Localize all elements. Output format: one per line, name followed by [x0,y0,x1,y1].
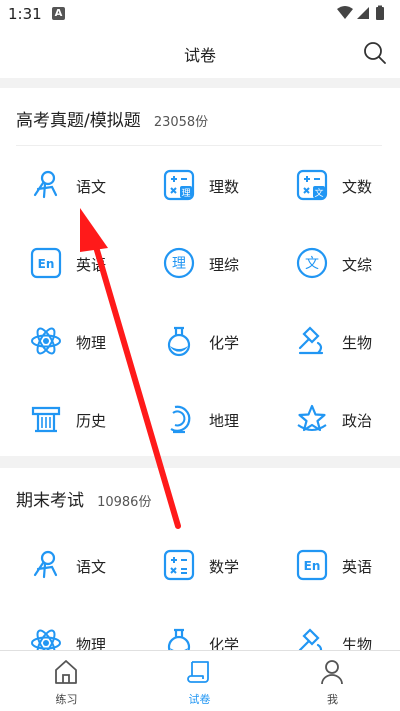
subject-politics[interactable]: 政治 [266,380,399,458]
svg-text:理: 理 [172,256,186,272]
scroll-icon [187,661,209,683]
subject-liberal-comp[interactable]: 文 文综 [266,224,399,302]
tab-papers[interactable]: 试卷 [133,651,266,711]
page-title: 试卷 [183,46,216,65]
subject-chinese[interactable]: 语文 [0,146,133,224]
notification-icon: A [52,7,65,20]
book-reader-icon [33,550,58,579]
tab-me[interactable]: 我 [266,651,399,711]
bottom-tab-bar: 练习 试卷 我 [0,650,400,711]
microscope-icon [298,326,324,355]
subject-biology[interactable]: 生物 [266,604,399,650]
tab-practice[interactable]: 练习 [0,651,133,711]
app-header: 试卷 [0,28,400,78]
en-icon: En [296,549,328,581]
wifi-icon [337,6,353,19]
book-reader-icon [33,170,58,199]
section-gaokao: 高考真题/模拟题 23058份 语文 理 理数 文 文数 En 英语 理 理综 … [0,88,400,456]
home-icon [55,660,77,684]
column-icon [31,406,61,433]
status-time: 1:31 [8,5,42,23]
calculator-wen-icon: 文 [296,169,328,201]
wen-circle-icon: 文 [296,247,328,279]
flask-icon [167,326,191,357]
svg-text:En: En [38,257,55,271]
section-count: 10986份 [97,495,152,510]
subject-english[interactable]: En 英语 [266,526,399,604]
battery-icon [376,7,384,20]
microscope-icon [298,628,323,650]
section-title: 期末考试 [16,491,84,511]
atom-icon [31,629,61,650]
status-bar: 1:31 A [0,0,400,28]
subject-science-comp[interactable]: 理 理综 [133,224,266,302]
status-icons [336,5,392,25]
search-button[interactable] [362,40,388,66]
subject-english[interactable]: En 英语 [0,224,133,302]
flask-icon [167,628,191,650]
en-icon: En [30,247,62,279]
subject-biology[interactable]: 生物 [266,302,399,380]
subject-chemistry[interactable]: 化学 [133,302,266,380]
svg-text:文: 文 [305,256,319,272]
svg-text:理: 理 [181,188,190,199]
globe-icon [170,405,191,434]
subject-geography[interactable]: 地理 [133,380,266,458]
section-title: 高考真题/模拟题 [16,111,141,131]
subject-chemistry[interactable]: 化学 [133,604,266,650]
svg-text:En: En [304,559,321,573]
calculator-li-icon: 理 [163,169,195,201]
calculator-icon [163,549,195,581]
person-icon [321,660,343,685]
subject-physics[interactable]: 物理 [0,302,133,380]
li-circle-icon: 理 [163,247,195,279]
star-icon [297,404,327,432]
signal-icon [357,7,369,19]
section-count: 23058份 [153,115,209,130]
subject-science-math[interactable]: 理 理数 [133,146,266,224]
svg-text:文: 文 [314,187,323,199]
subject-physics[interactable]: 物理 [0,604,133,650]
subject-chinese[interactable]: 语文 [0,526,133,604]
subject-liberal-math[interactable]: 文 文数 [266,146,399,224]
section-final-exam: 期末考试 10986份 语文 数学 En 英语 物理 化学 生物 [0,468,400,650]
subject-math[interactable]: 数学 [133,526,266,604]
subject-history[interactable]: 历史 [0,380,133,458]
atom-icon [31,327,61,355]
search-icon [364,42,386,64]
